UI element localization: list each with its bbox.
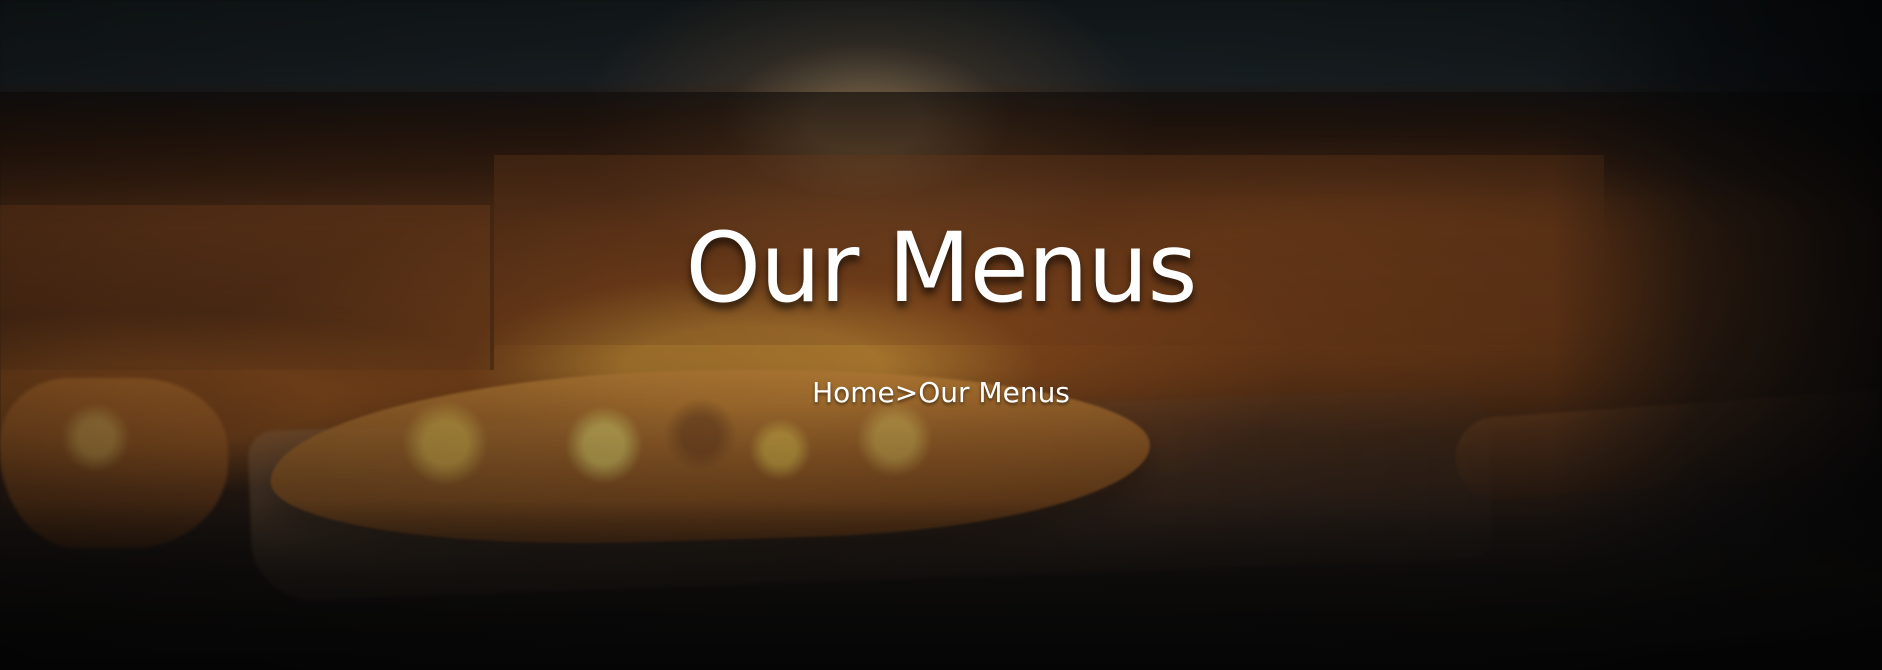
hero-banner: Our Menus Home>Our Menus — [0, 0, 1882, 670]
breadcrumb-current-page: Our Menus — [918, 376, 1070, 409]
hero-content: Our Menus Home>Our Menus — [0, 0, 1882, 670]
breadcrumb: Home>Our Menus — [0, 379, 1882, 407]
breadcrumb-home-link[interactable]: Home — [812, 376, 895, 409]
page-title: Our Menus — [685, 212, 1198, 324]
breadcrumb-separator: > — [894, 376, 919, 409]
